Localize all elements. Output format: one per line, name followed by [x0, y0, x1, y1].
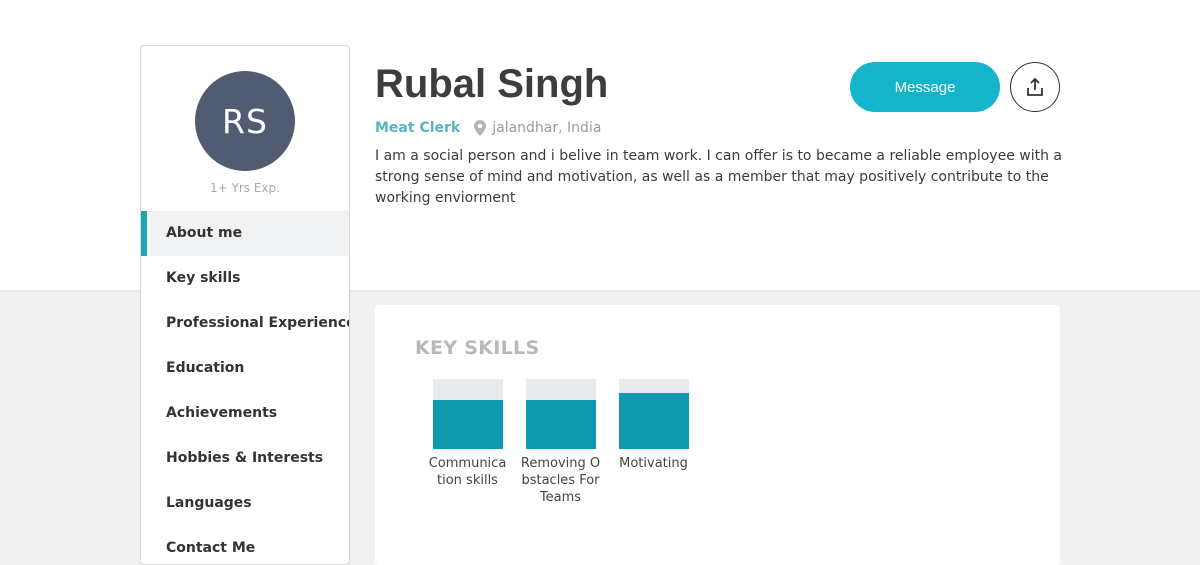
- skill-label: Communication skills: [428, 456, 507, 488]
- location-text: jalandhar, India: [492, 120, 602, 136]
- skill-item: Removing Obstacles For Teams: [518, 379, 603, 506]
- sidebar-item-languages[interactable]: Languages: [141, 481, 349, 526]
- key-skills-card: KEY SKILLS Communication skills Removing…: [375, 305, 1060, 565]
- skill-label: Removing Obstacles For Teams: [520, 456, 601, 505]
- share-button[interactable]: [1010, 62, 1060, 112]
- avatar-initials: RS: [222, 101, 268, 141]
- sidebar-item-professional-experience[interactable]: Professional Experience: [141, 301, 349, 346]
- sidebar-item-hobbies-interests[interactable]: Hobbies & Interests: [141, 436, 349, 481]
- skill-item: Motivating: [611, 379, 696, 506]
- skill-bar-track: [618, 379, 689, 449]
- skill-bar-fill: [618, 393, 689, 449]
- about-text: I am a social person and i belive in tea…: [375, 148, 1062, 206]
- profile-meta: Meat Clerk jalandhar, India: [375, 120, 601, 136]
- sidebar-item-education[interactable]: Education: [141, 346, 349, 391]
- key-skills-title: KEY SKILLS: [415, 337, 540, 359]
- profile-name: Rubal Singh: [375, 62, 609, 106]
- skill-bar-fill: [432, 400, 503, 449]
- sidebar-item-contact-me[interactable]: Contact Me: [141, 526, 349, 564]
- job-title: Meat Clerk: [375, 120, 461, 136]
- experience-label: 1+ Yrs Exp.: [210, 181, 280, 195]
- skill-bar-track: [432, 379, 503, 449]
- sidebar-item-achievements[interactable]: Achievements: [141, 391, 349, 436]
- sidebar-nav: About me Key skills Professional Experie…: [141, 211, 349, 564]
- skill-bar-track: [525, 379, 596, 449]
- avatar: RS: [195, 71, 295, 171]
- share-upload-icon: [1027, 77, 1043, 96]
- skill-label: Motivating: [619, 456, 688, 471]
- skill-item: Communication skills: [425, 379, 510, 506]
- sidebar-item-about-me[interactable]: About me: [141, 211, 349, 256]
- profile-sidebar: RS 1+ Yrs Exp. About me Key skills Profe…: [140, 45, 350, 565]
- sidebar-item-key-skills[interactable]: Key skills: [141, 256, 349, 301]
- message-button[interactable]: Message: [850, 62, 1000, 112]
- skill-bar-fill: [525, 400, 596, 449]
- skills-list: Communication skills Removing Obstacles …: [425, 379, 712, 506]
- location-pin-icon: [474, 120, 487, 136]
